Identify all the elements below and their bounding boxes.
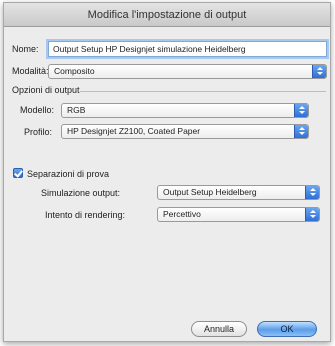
popup-arrows-icon [312, 65, 326, 78]
profile-popup[interactable]: HP Designjet Z2100, Coated Paper [61, 124, 309, 139]
proof-separations-checkbox[interactable] [13, 168, 23, 178]
rendering-intent-label: Intento di rendering: [45, 210, 126, 220]
group-divider [80, 91, 326, 92]
name-label: Nome: [12, 44, 39, 54]
mode-popup[interactable]: Composito [48, 64, 327, 79]
rendering-intent-popup[interactable]: Percettivo [157, 207, 320, 222]
model-value: RGB [67, 105, 86, 115]
output-setup-dialog: Modifica l'impostazione di output Nome: … [3, 2, 331, 342]
simulation-value: Output Setup Heidelberg [163, 187, 257, 197]
profile-label: Profilo: [24, 127, 53, 137]
simulation-popup[interactable]: Output Setup Heidelberg [157, 185, 320, 200]
simulation-label: Simulazione output: [41, 188, 121, 198]
cancel-button[interactable]: Annulla [191, 321, 247, 337]
rendering-intent-value: Percettivo [163, 209, 201, 219]
profile-value: HP Designjet Z2100, Coated Paper [67, 126, 201, 136]
popup-arrows-icon [305, 186, 319, 199]
mode-value: Composito [54, 66, 95, 76]
popup-arrows-icon [305, 208, 319, 221]
dialog-title: Modifica l'impostazione di output [4, 3, 330, 27]
model-popup[interactable]: RGB [61, 103, 309, 118]
name-field[interactable]: Output Setup HP Designjet simulazione He… [48, 41, 327, 57]
mode-label: Modalità: [12, 66, 49, 76]
ok-button[interactable]: OK [257, 321, 317, 337]
popup-arrows-icon [294, 125, 308, 138]
popup-arrows-icon [294, 104, 308, 117]
model-label: Modello: [20, 105, 55, 115]
output-options-heading: Opzioni di output [12, 85, 80, 95]
proof-separations-label: Separazioni di prova [27, 169, 110, 179]
